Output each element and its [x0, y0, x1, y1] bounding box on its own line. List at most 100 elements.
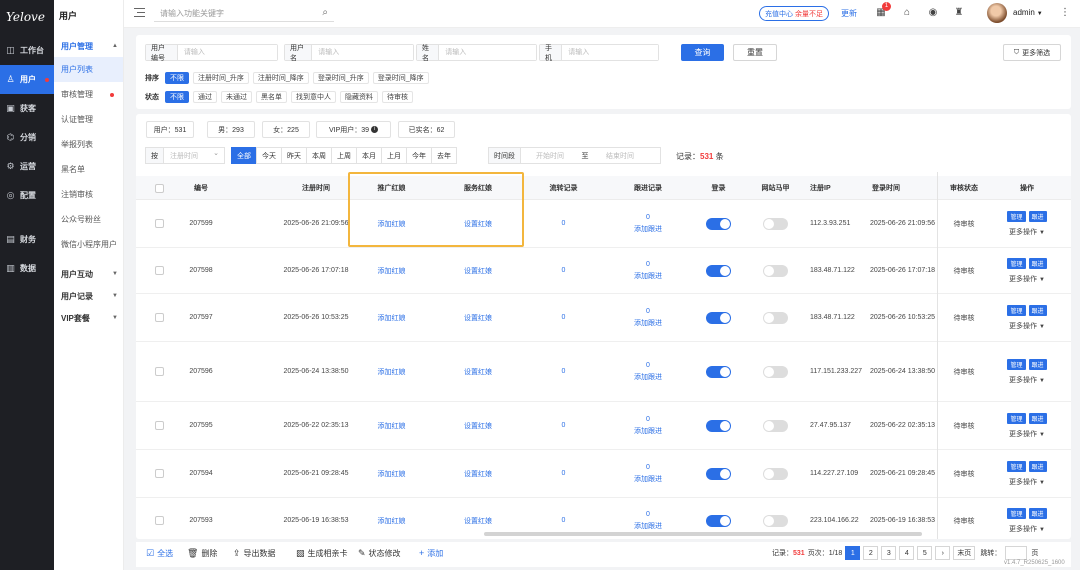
sub-item-miniapp-users[interactable]: 微信小程序用户 [54, 232, 123, 257]
follow-count[interactable]: 0 [646, 259, 650, 271]
function-search[interactable]: 请输入功能关键字 ⌕ [154, 5, 334, 22]
follow-count[interactable]: 0 [646, 414, 650, 426]
add-promo-matchmaker-link[interactable]: 添加红娘 [348, 342, 435, 401]
status-option[interactable]: 通过 [193, 90, 217, 103]
row-checkbox[interactable] [154, 367, 164, 376]
add-follow-link[interactable]: 添加跟进 [634, 521, 662, 533]
date-range-picker[interactable]: 时间段 开始时间 至 结束时间 [488, 147, 661, 164]
add-promo-matchmaker-link[interactable]: 添加红娘 [348, 402, 435, 449]
row-checkbox[interactable] [154, 516, 164, 525]
manage-button[interactable]: 管理 [1007, 507, 1026, 519]
reset-button[interactable]: 重置 [733, 44, 777, 61]
follow-button[interactable]: 跟进 [1028, 257, 1047, 269]
group-vip[interactable]: VIP套餐 ▼ [54, 307, 123, 329]
sub-item-auth[interactable]: 认证管理 [54, 107, 123, 132]
period-option[interactable]: 全部 [231, 147, 257, 164]
more-actions-dropdown[interactable]: 更多操作 ▼ [1009, 524, 1045, 534]
follow-button[interactable]: 跟进 [1028, 412, 1047, 424]
manage-button[interactable]: 管理 [1007, 358, 1026, 370]
set-service-matchmaker-link[interactable]: 设置红娘 [435, 294, 521, 341]
more-filter-button[interactable]: ⛉ 更多筛选 [1003, 44, 1061, 61]
end-date-input[interactable]: 结束时间 [591, 151, 649, 161]
next-page-button[interactable]: › [935, 546, 951, 560]
horizontal-scrollbar[interactable] [484, 532, 922, 536]
period-option[interactable]: 去年 [431, 147, 457, 164]
nav-user[interactable]: ♙ 用户 [0, 65, 54, 94]
nav-config[interactable]: ◎ 配置 [0, 181, 54, 210]
sub-item-cancel-audit[interactable]: 注销审核 [54, 182, 123, 207]
select-all-button[interactable]: ☑ 全选 [141, 542, 178, 564]
manage-button[interactable]: 管理 [1007, 412, 1026, 424]
avatar[interactable] [987, 3, 1007, 23]
status-option[interactable]: 黑名单 [256, 90, 287, 103]
column-header[interactable]: 登录时间 [866, 176, 935, 200]
home-icon[interactable]: ⌂ [900, 6, 914, 20]
more-actions-dropdown[interactable]: 更多操作 ▼ [1009, 429, 1045, 439]
set-service-matchmaker-link[interactable]: 设置红娘 [435, 450, 521, 497]
group-user-interact[interactable]: 用户互动 ▼ [54, 263, 123, 285]
manage-button[interactable]: 管理 [1007, 304, 1026, 316]
nav-operation[interactable]: ⚙ 运营 [0, 152, 54, 181]
search-icon[interactable]: ⌕ [322, 7, 328, 18]
nav-distribution[interactable]: ⌬ 分销 [0, 123, 54, 152]
login-toggle[interactable] [706, 467, 731, 480]
add-follow-link[interactable]: 添加跟进 [634, 271, 662, 283]
period-option[interactable]: 今天 [256, 147, 282, 164]
site-vest-toggle[interactable] [763, 514, 788, 527]
sort-option[interactable]: 不限 [165, 71, 189, 84]
follow-count[interactable]: 0 [646, 462, 650, 474]
sub-item-blacklist[interactable]: 黑名单 [54, 157, 123, 182]
page-button[interactable]: 1 [845, 546, 861, 560]
user-id-input[interactable] [177, 45, 277, 60]
manage-button[interactable]: 管理 [1007, 210, 1026, 222]
flow-record-link[interactable]: 0 [521, 248, 606, 293]
flow-record-link[interactable]: 0 [521, 342, 606, 401]
more-actions-dropdown[interactable]: 更多操作 ▼ [1009, 321, 1045, 331]
jump-page-input[interactable] [1005, 546, 1028, 560]
nav-acquire[interactable]: ▣ 获客 [0, 94, 54, 123]
follow-button[interactable]: 跟进 [1028, 507, 1047, 519]
page-button[interactable]: 2 [863, 546, 879, 560]
money-bag-icon[interactable]: ◉ [926, 6, 940, 20]
add-promo-matchmaker-link[interactable]: 添加红娘 [348, 200, 435, 247]
set-service-matchmaker-link[interactable]: 设置红娘 [435, 342, 521, 401]
period-option[interactable]: 今年 [406, 147, 432, 164]
follow-count[interactable]: 0 [646, 509, 650, 521]
follow-button[interactable]: 跟进 [1028, 358, 1047, 370]
sort-option[interactable]: 注册时间_降序 [252, 71, 309, 84]
period-option[interactable]: 上月 [381, 147, 407, 164]
sub-item-report[interactable]: 举报列表 [54, 132, 123, 157]
row-checkbox[interactable] [154, 219, 164, 228]
recharge-center-button[interactable]: 充值中心 余量不足 [759, 6, 829, 21]
add-promo-matchmaker-link[interactable]: 添加红娘 [348, 294, 435, 341]
add-follow-link[interactable]: 添加跟进 [634, 318, 662, 330]
login-toggle[interactable] [706, 514, 731, 527]
period-option[interactable]: 昨天 [281, 147, 307, 164]
query-button[interactable]: 查询 [681, 44, 724, 61]
follow-button[interactable]: 跟进 [1028, 304, 1047, 316]
sort-option[interactable]: 登录时间_升序 [312, 71, 369, 84]
status-option[interactable]: 不限 [165, 90, 189, 103]
login-toggle[interactable] [706, 217, 731, 230]
sort-option[interactable]: 注册时间_升序 [193, 71, 249, 84]
status-edit-button[interactable]: ✎ 状态修改 [353, 542, 406, 564]
add-button[interactable]: + 添加 [414, 542, 448, 564]
page-button[interactable]: 4 [899, 546, 915, 560]
album-button[interactable]: ▧ 生成相亲卡 [291, 542, 353, 564]
add-promo-matchmaker-link[interactable]: 添加红娘 [348, 498, 435, 539]
period-option[interactable]: 上周 [331, 147, 357, 164]
row-checkbox[interactable] [154, 313, 164, 322]
follow-button[interactable]: 跟进 [1028, 460, 1047, 472]
menu-toggle-icon[interactable] [134, 8, 145, 17]
manage-button[interactable]: 管理 [1007, 257, 1026, 269]
site-vest-toggle[interactable] [763, 467, 788, 480]
add-follow-link[interactable]: 添加跟进 [634, 224, 662, 236]
user-menu[interactable]: admin ▼ [1013, 8, 1043, 17]
follow-count[interactable]: 0 [646, 212, 650, 224]
export-button[interactable]: ⇪ 导出数据 [228, 542, 281, 564]
login-toggle[interactable] [706, 311, 731, 324]
set-service-matchmaker-link[interactable]: 设置红娘 [435, 402, 521, 449]
nav-finance[interactable]: ▤ 财务 [0, 225, 54, 254]
add-promo-matchmaker-link[interactable]: 添加红娘 [348, 248, 435, 293]
follow-button[interactable]: 跟进 [1028, 210, 1047, 222]
